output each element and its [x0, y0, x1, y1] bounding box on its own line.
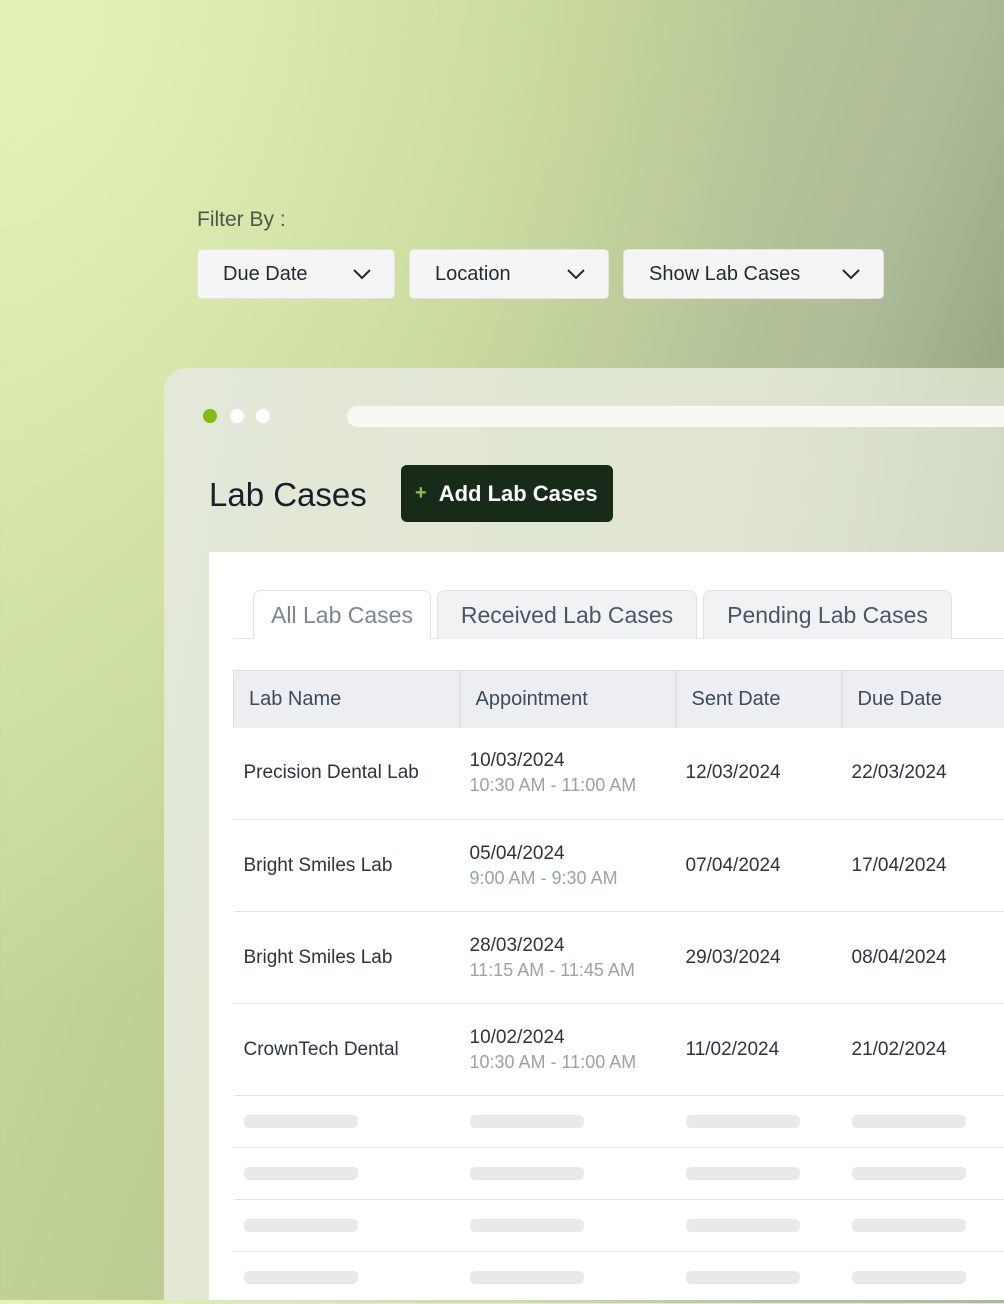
appointment-date: 05/04/2024 — [470, 843, 676, 865]
sent-date: 29/03/2024 — [676, 912, 842, 1004]
due-date: 21/02/2024 — [842, 1004, 1004, 1096]
dropdown-label: Show Lab Cases — [649, 263, 800, 286]
skeleton-row — [234, 1148, 1004, 1200]
skeleton-bar — [686, 1271, 800, 1284]
window-dot-green — [203, 409, 217, 423]
appointment: 28/03/2024 11:15 AM - 11:45 AM — [460, 912, 676, 1004]
due-date: 22/03/2024 — [842, 728, 1004, 820]
chevron-down-icon — [841, 268, 861, 280]
table-row[interactable]: Bright Smiles Lab 05/04/2024 9:00 AM - 9:… — [234, 820, 1004, 912]
appointment: 10/02/2024 10:30 AM - 11:00 AM — [460, 1004, 676, 1096]
header-due-date[interactable]: Due Date — [842, 671, 1004, 728]
table-row[interactable]: Precision Dental Lab 10/03/2024 10:30 AM … — [234, 728, 1004, 820]
appointment: 10/03/2024 10:30 AM - 11:00 AM — [460, 728, 676, 820]
skeleton-bar — [470, 1271, 584, 1284]
lab-name: Precision Dental Lab — [234, 728, 460, 820]
skeleton-bar — [852, 1271, 966, 1284]
skeleton-bar — [852, 1115, 966, 1128]
skeleton-bar — [686, 1115, 800, 1128]
appointment-time: 10:30 AM - 11:00 AM — [470, 1052, 676, 1073]
location-dropdown[interactable]: Location — [409, 249, 609, 299]
skeleton-bar — [470, 1115, 584, 1128]
header-sent-date[interactable]: Sent Date — [676, 671, 842, 728]
skeleton-bar — [244, 1167, 358, 1180]
appointment-time: 11:15 AM - 11:45 AM — [470, 960, 676, 981]
due-date: 17/04/2024 — [842, 820, 1004, 912]
skeleton-bar — [244, 1115, 358, 1128]
window-dot — [230, 409, 244, 423]
table-row[interactable]: CrownTech Dental 10/02/2024 10:30 AM - 11… — [234, 1004, 1004, 1096]
table-row[interactable]: Bright Smiles Lab 28/03/2024 11:15 AM - 1… — [234, 912, 1004, 1004]
tab-all-lab-cases[interactable]: All Lab Cases — [253, 590, 431, 639]
chevron-down-icon — [566, 268, 586, 280]
address-bar — [347, 406, 1004, 427]
skeleton-bar — [470, 1219, 584, 1232]
skeleton-row — [234, 1096, 1004, 1148]
lab-cases-table: Lab Name Appointment Sent Date Due Date … — [233, 670, 1004, 1304]
lab-name: Bright Smiles Lab — [234, 912, 460, 1004]
skeleton-bar — [244, 1219, 358, 1232]
skeleton-bar — [852, 1167, 966, 1180]
skeleton-row — [234, 1252, 1004, 1304]
appointment: 05/04/2024 9:00 AM - 9:30 AM — [460, 820, 676, 912]
header-lab-name[interactable]: Lab Name — [234, 671, 460, 728]
show-lab-cases-dropdown[interactable]: Show Lab Cases — [623, 249, 884, 299]
skeleton-bar — [686, 1219, 800, 1232]
window-dot — [256, 409, 270, 423]
dropdown-label: Location — [435, 263, 511, 286]
skeleton-bar — [244, 1271, 358, 1284]
lab-name: Bright Smiles Lab — [234, 820, 460, 912]
sent-date: 11/02/2024 — [676, 1004, 842, 1096]
header-appointment[interactable]: Appointment — [460, 671, 676, 728]
add-lab-cases-button[interactable]: + Add Lab Cases — [401, 465, 613, 522]
skeleton-bar — [686, 1167, 800, 1180]
due-date: 08/04/2024 — [842, 912, 1004, 1004]
dropdown-label: Due Date — [223, 263, 308, 286]
sent-date: 12/03/2024 — [676, 728, 842, 820]
sent-date: 07/04/2024 — [676, 820, 842, 912]
due-date-dropdown[interactable]: Due Date — [197, 249, 395, 299]
appointment-date: 10/02/2024 — [470, 1027, 676, 1049]
appointment-time: 10:30 AM - 11:00 AM — [470, 775, 676, 796]
add-button-label: Add Lab Cases — [439, 481, 598, 507]
skeleton-bar — [470, 1167, 584, 1180]
appointment-date: 10/03/2024 — [470, 750, 676, 772]
page-title: Lab Cases — [209, 476, 367, 514]
tab-pending-lab-cases[interactable]: Pending Lab Cases — [703, 590, 952, 639]
tab-received-lab-cases[interactable]: Received Lab Cases — [437, 590, 697, 639]
skeleton-row — [234, 1200, 1004, 1252]
lab-name: CrownTech Dental — [234, 1004, 460, 1096]
chevron-down-icon — [352, 268, 372, 280]
plus-icon: + — [415, 482, 427, 505]
appointment-date: 28/03/2024 — [470, 935, 676, 957]
appointment-time: 9:00 AM - 9:30 AM — [470, 868, 676, 889]
filter-label: Filter By : — [197, 208, 286, 232]
skeleton-bar — [852, 1219, 966, 1232]
